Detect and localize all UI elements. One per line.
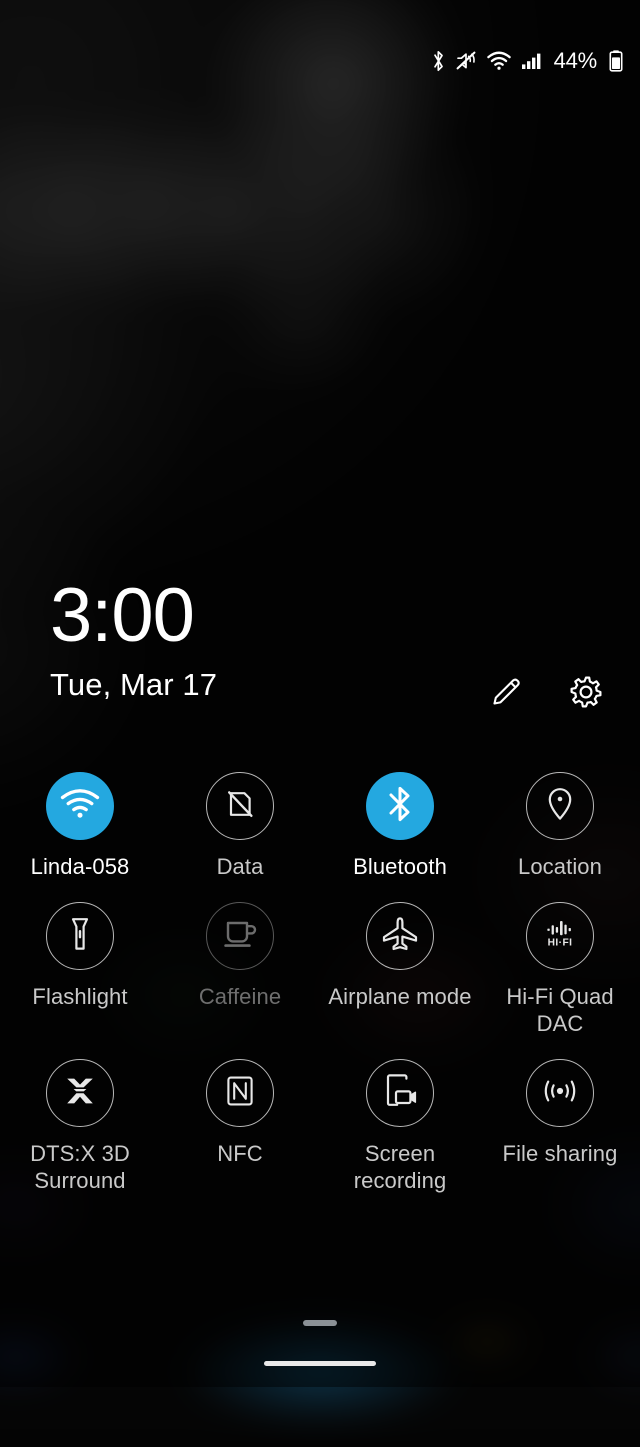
qs-label-airplane-mode: Airplane mode bbox=[328, 983, 471, 1010]
qs-tile-location[interactable]: Location bbox=[480, 772, 640, 880]
qs-label-flashlight: Flashlight bbox=[32, 983, 127, 1010]
qs-tile-wifi[interactable]: Linda-058 bbox=[0, 772, 160, 880]
sound-mute-icon bbox=[455, 49, 477, 73]
status-bar: 44% bbox=[0, 44, 640, 78]
qs-label-data: Data bbox=[217, 853, 264, 880]
mobile-data-off-icon bbox=[221, 785, 259, 828]
qs-circle-caffeine bbox=[206, 902, 274, 970]
edit-button[interactable] bbox=[486, 672, 526, 717]
screen-recording-icon bbox=[380, 1072, 420, 1115]
qs-tile-caffeine[interactable]: Caffeine bbox=[160, 902, 320, 1037]
qs-tile-hifi-quad-dac[interactable]: HI·FI Hi-Fi Quad DAC bbox=[480, 902, 640, 1037]
qs-tile-flashlight[interactable]: Flashlight bbox=[0, 902, 160, 1037]
location-pin-icon bbox=[545, 785, 575, 828]
dtsx-icon bbox=[60, 1073, 100, 1114]
qs-circle-file-sharing bbox=[526, 1059, 594, 1127]
nfc-icon bbox=[223, 1073, 257, 1114]
qs-label-caffeine: Caffeine bbox=[199, 983, 281, 1010]
qs-circle-dtsx-3d-surround bbox=[46, 1059, 114, 1127]
wifi-icon bbox=[486, 49, 512, 73]
hifi-dac-icon: HI·FI bbox=[539, 914, 581, 959]
clock-block[interactable]: 3:00 Tue, Mar 17 bbox=[50, 578, 217, 702]
qs-label-file-sharing: File sharing bbox=[503, 1140, 618, 1167]
qs-label-bluetooth: Bluetooth bbox=[353, 853, 447, 880]
coffee-cup-icon bbox=[221, 917, 259, 956]
qs-circle-data bbox=[206, 772, 274, 840]
cellular-signal-icon bbox=[521, 49, 543, 73]
qs-tile-airplane-mode[interactable]: Airplane mode bbox=[320, 902, 480, 1037]
home-indicator[interactable] bbox=[264, 1361, 376, 1366]
drag-handle[interactable] bbox=[303, 1320, 337, 1326]
qs-circle-location bbox=[526, 772, 594, 840]
qs-label-hifi-quad-dac: Hi-Fi Quad DAC bbox=[485, 983, 635, 1037]
bluetooth-icon bbox=[431, 49, 446, 73]
battery-percent-label: 44% bbox=[554, 48, 597, 74]
qs-circle-nfc bbox=[206, 1059, 274, 1127]
qs-circle-hifi-quad-dac: HI·FI bbox=[526, 902, 594, 970]
qs-circle-bluetooth bbox=[366, 772, 434, 840]
qs-tile-dtsx-3d-surround[interactable]: DTS:X 3D Surround bbox=[0, 1059, 160, 1194]
qs-circle-flashlight bbox=[46, 902, 114, 970]
flashlight-icon bbox=[66, 914, 94, 959]
settings-button[interactable] bbox=[566, 672, 606, 717]
qs-tile-nfc[interactable]: NFC bbox=[160, 1059, 320, 1194]
clock-date: Tue, Mar 17 bbox=[50, 668, 217, 702]
battery-icon bbox=[608, 48, 624, 74]
qs-tile-bluetooth[interactable]: Bluetooth bbox=[320, 772, 480, 880]
panel-actions bbox=[486, 672, 606, 717]
svg-text:HI·FI: HI·FI bbox=[548, 937, 573, 948]
pencil-icon bbox=[486, 672, 526, 717]
qs-label-location: Location bbox=[518, 853, 602, 880]
qs-circle-airplane-mode bbox=[366, 902, 434, 970]
clock-time: 3:00 bbox=[50, 578, 217, 654]
qs-tile-data[interactable]: Data bbox=[160, 772, 320, 880]
wifi-icon bbox=[59, 787, 101, 826]
gear-icon bbox=[566, 672, 606, 717]
bluetooth-icon bbox=[386, 784, 414, 829]
qs-label-wifi: Linda-058 bbox=[31, 853, 130, 880]
quick-settings-grid: Linda-058 Data Bluetooth bbox=[0, 772, 640, 1194]
qs-circle-screen-recording bbox=[366, 1059, 434, 1127]
qs-tile-file-sharing[interactable]: File sharing bbox=[480, 1059, 640, 1194]
qs-label-dtsx-3d-surround: DTS:X 3D Surround bbox=[5, 1140, 155, 1194]
airplane-icon bbox=[380, 915, 420, 958]
qs-circle-wifi bbox=[46, 772, 114, 840]
qs-label-nfc: NFC bbox=[217, 1140, 263, 1167]
qs-tile-screen-recording[interactable]: Screen recording bbox=[320, 1059, 480, 1194]
file-sharing-icon bbox=[539, 1076, 581, 1111]
qs-label-screen-recording: Screen recording bbox=[325, 1140, 475, 1194]
